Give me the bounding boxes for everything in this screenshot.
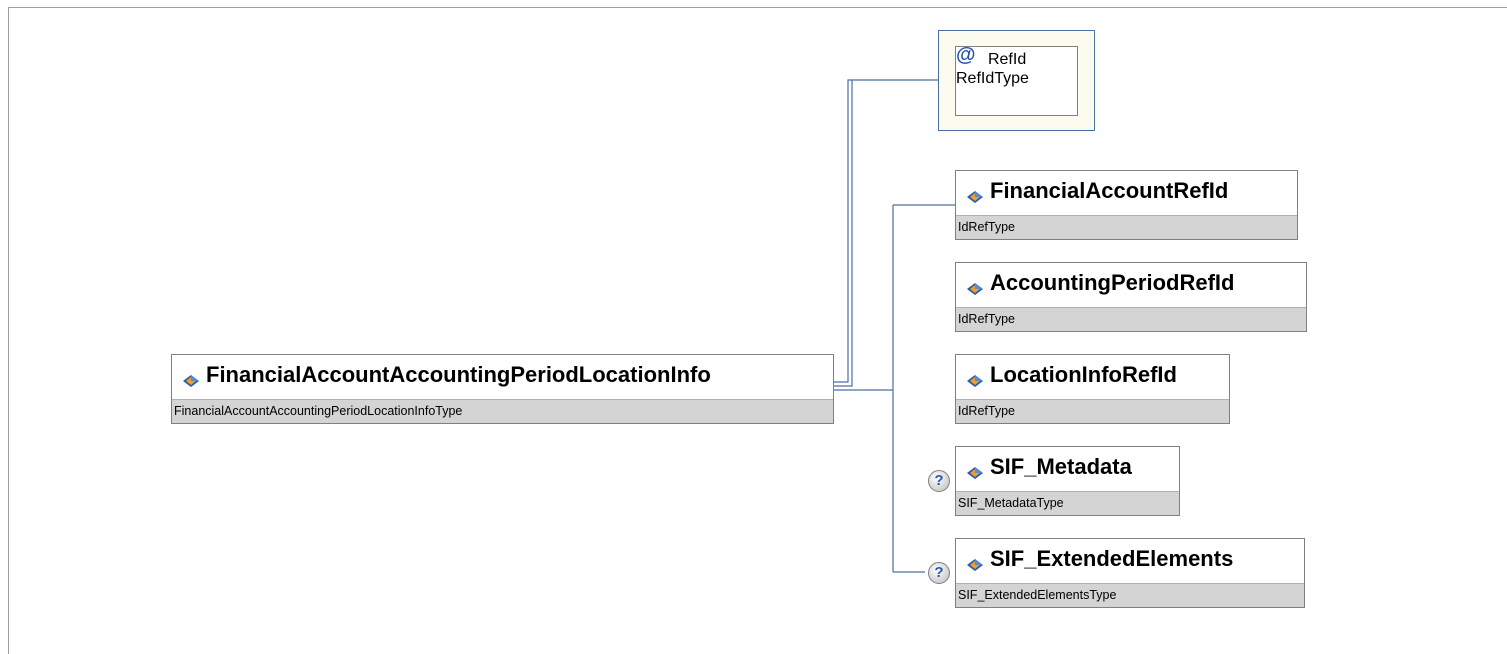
element-type: IdRefType [956,399,1229,423]
attribute-refid-box[interactable]: @ RefId RefIdType [955,44,1078,116]
element-name: FinancialAccountRefId [990,178,1229,203]
element-type: IdRefType [956,215,1297,239]
optional-question-icon: ? [928,562,950,584]
element-icon [966,276,984,295]
at-icon: @ [956,44,976,66]
element-icon [966,368,984,387]
element-sif-metadata-box[interactable]: SIF_Metadata SIF_MetadataType [955,446,1180,516]
element-sif-extendedelements-box[interactable]: SIF_ExtendedElements SIF_ExtendedElement… [955,538,1305,608]
element-type: SIF_MetadataType [956,491,1179,515]
element-locationinforefid-box[interactable]: LocationInfoRefId IdRefType [955,354,1230,424]
element-accountingperiodrefid-box[interactable]: AccountingPeriodRefId IdRefType [955,262,1307,332]
element-name: SIF_ExtendedElements [990,546,1234,571]
element-icon [966,460,984,479]
element-type: IdRefType [956,307,1306,331]
element-name: LocationInfoRefId [990,362,1177,387]
element-name: SIF_Metadata [990,454,1132,479]
element-icon [966,552,984,571]
element-icon [966,184,984,203]
root-element-box[interactable]: FinancialAccountAccountingPeriodLocation… [171,354,834,424]
attribute-name: RefId [987,51,1027,68]
element-icon [182,368,200,387]
element-financialaccountrefid-box[interactable]: FinancialAccountRefId IdRefType [955,170,1298,240]
element-name: AccountingPeriodRefId [990,270,1235,295]
optional-question-icon: ? [928,470,950,492]
root-element-name: FinancialAccountAccountingPeriodLocation… [206,362,711,387]
attribute-type: RefIdType [956,70,1029,87]
root-element-type: FinancialAccountAccountingPeriodLocation… [172,399,833,423]
element-type: SIF_ExtendedElementsType [956,583,1304,607]
